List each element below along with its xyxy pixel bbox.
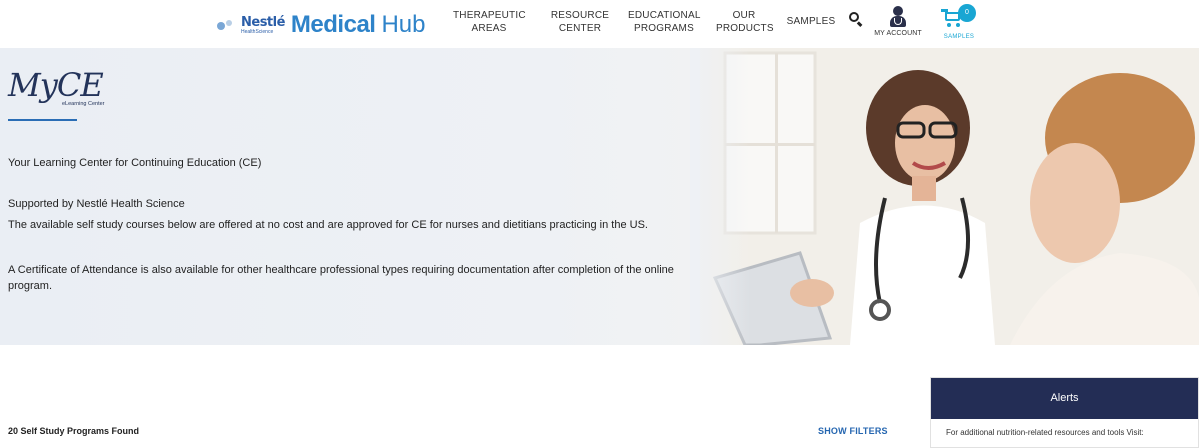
hero-description-certificate: A Certificate of Attendance is also avai… <box>8 264 674 292</box>
show-filters-button[interactable]: SHOW FILTERS <box>818 426 888 436</box>
logo-word-hub: Hub <box>381 11 426 38</box>
doctor-account-icon <box>889 6 907 28</box>
myce-logo-title: MyCE <box>8 66 104 104</box>
cart-label: SAMPLES <box>943 34 975 40</box>
myce-logo: MyCE eLearning Center <box>8 67 128 142</box>
nestle-brand-subtext: HealthScience <box>241 28 274 35</box>
alerts-panel: Alerts For additional nutrition-related … <box>930 377 1199 448</box>
hero-description-courses: The available self study courses below a… <box>8 219 648 231</box>
alerts-body-text: For additional nutrition-related resourc… <box>946 428 1144 437</box>
samples-cart-button[interactable]: 0 SAMPLES <box>935 4 983 40</box>
search-icon[interactable] <box>848 11 864 27</box>
myce-logo-subtitle: eLearning Center <box>62 101 105 107</box>
nestle-bird-icon <box>215 18 237 32</box>
programs-found-count: 20 Self Study Programs Found <box>8 426 140 436</box>
site-logo[interactable]: Nestlé HealthScience Medical Hub <box>215 11 426 38</box>
myce-logo-underline <box>8 119 77 121</box>
nav-our-products[interactable]: OUR PRODUCTS <box>716 9 774 35</box>
logo-word-medical: Medical <box>290 11 376 38</box>
site-header: Nestlé HealthScience Medical Hub THERAPE… <box>0 0 1199 48</box>
my-account-button[interactable]: MY ACCOUNT <box>866 6 930 37</box>
nav-therapeutic-areas[interactable]: THERAPEUTIC AREAS <box>453 9 526 35</box>
hero-tagline: Your Learning Center for Continuing Educ… <box>8 157 262 169</box>
cart-icon: 0 <box>939 4 979 28</box>
alerts-title: Alerts <box>931 378 1198 419</box>
nav-educational-programs[interactable]: EDUCATIONAL PROGRAMS <box>628 9 700 35</box>
hero-supported-by: Supported by Nestlé Health Science <box>8 198 185 210</box>
nav-resource-center[interactable]: RESOURCE CENTER <box>550 9 610 35</box>
nestle-brand-text: Nestlé <box>241 14 285 30</box>
hero-banner: MyCE eLearning Center Your Learning Cent… <box>0 48 1199 345</box>
my-account-label: MY ACCOUNT <box>874 30 922 37</box>
nestle-wordmark: Nestlé HealthScience <box>241 16 285 35</box>
cart-count-badge: 0 <box>958 4 976 22</box>
nav-samples[interactable]: SAMPLES <box>786 15 836 28</box>
